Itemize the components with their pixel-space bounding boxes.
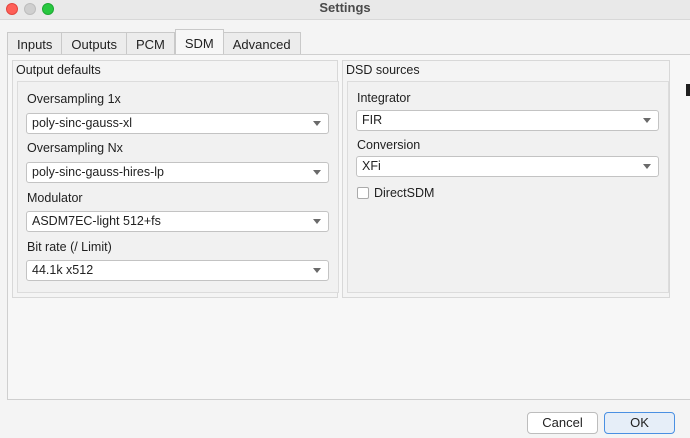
settings-window: Settings Inputs Outputs PCM SDM Advanced…	[0, 0, 690, 438]
modulator-label: Modulator	[27, 191, 83, 205]
chevron-down-icon	[313, 268, 321, 273]
bit-rate-label: Bit rate (/ Limit)	[27, 240, 112, 254]
output-defaults-title: Output defaults	[16, 63, 101, 77]
modulator-value: ASDM7EC-light 512+fs	[32, 214, 161, 228]
oversampling-nx-value: poly-sinc-gauss-hires-lp	[32, 165, 164, 179]
conversion-label: Conversion	[357, 138, 420, 152]
cancel-button[interactable]: Cancel	[527, 412, 598, 434]
window-title: Settings	[0, 0, 690, 20]
tab-pcm[interactable]: PCM	[127, 32, 175, 56]
chevron-down-icon	[643, 164, 651, 169]
title-bar: Settings	[0, 0, 690, 20]
tab-bar: Inputs Outputs PCM SDM Advanced	[7, 31, 301, 55]
oversampling-1x-label: Oversampling 1x	[27, 92, 121, 106]
oversampling-1x-select[interactable]: poly-sinc-gauss-xl	[26, 113, 329, 134]
dsd-sources-title: DSD sources	[346, 63, 420, 77]
tab-sdm[interactable]: SDM	[175, 29, 224, 55]
oversampling-nx-label: Oversampling Nx	[27, 141, 123, 155]
oversampling-1x-value: poly-sinc-gauss-xl	[32, 116, 132, 130]
directsdm-checkbox[interactable]	[357, 187, 369, 199]
bit-rate-value: 44.1k x512	[32, 263, 93, 277]
window-edge-marker	[686, 84, 690, 96]
chevron-down-icon	[313, 219, 321, 224]
conversion-value: XFi	[362, 159, 381, 173]
conversion-select[interactable]: XFi	[356, 156, 659, 177]
integrator-label: Integrator	[357, 91, 411, 105]
chevron-down-icon	[643, 118, 651, 123]
tab-advanced[interactable]: Advanced	[224, 32, 301, 56]
tab-inputs[interactable]: Inputs	[7, 32, 62, 56]
chevron-down-icon	[313, 170, 321, 175]
bit-rate-select[interactable]: 44.1k x512	[26, 260, 329, 281]
oversampling-nx-select[interactable]: poly-sinc-gauss-hires-lp	[26, 162, 329, 183]
integrator-value: FIR	[362, 113, 382, 127]
chevron-down-icon	[313, 121, 321, 126]
integrator-select[interactable]: FIR	[356, 110, 659, 131]
tab-outputs[interactable]: Outputs	[62, 32, 127, 56]
directsdm-label[interactable]: DirectSDM	[374, 186, 434, 200]
modulator-select[interactable]: ASDM7EC-light 512+fs	[26, 211, 329, 232]
ok-button[interactable]: OK	[604, 412, 675, 434]
